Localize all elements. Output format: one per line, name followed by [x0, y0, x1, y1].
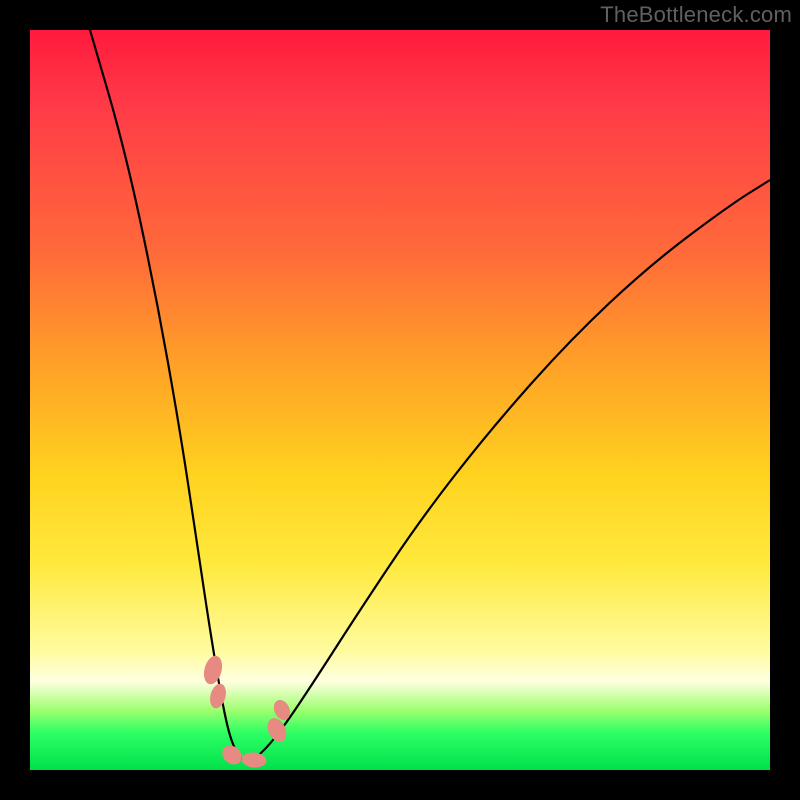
- left-curve: [90, 30, 250, 762]
- watermark-text: TheBottleneck.com: [600, 2, 792, 28]
- marker-dot: [241, 752, 266, 768]
- chart-svg: [30, 30, 770, 770]
- marker-dot: [202, 654, 225, 685]
- bottom-markers: [202, 654, 293, 768]
- marker-dot: [208, 683, 228, 710]
- right-curve: [250, 180, 770, 762]
- plot-area: [30, 30, 770, 770]
- marker-dot: [219, 742, 245, 767]
- marker-dot: [265, 716, 290, 745]
- outer-frame: TheBottleneck.com: [0, 0, 800, 800]
